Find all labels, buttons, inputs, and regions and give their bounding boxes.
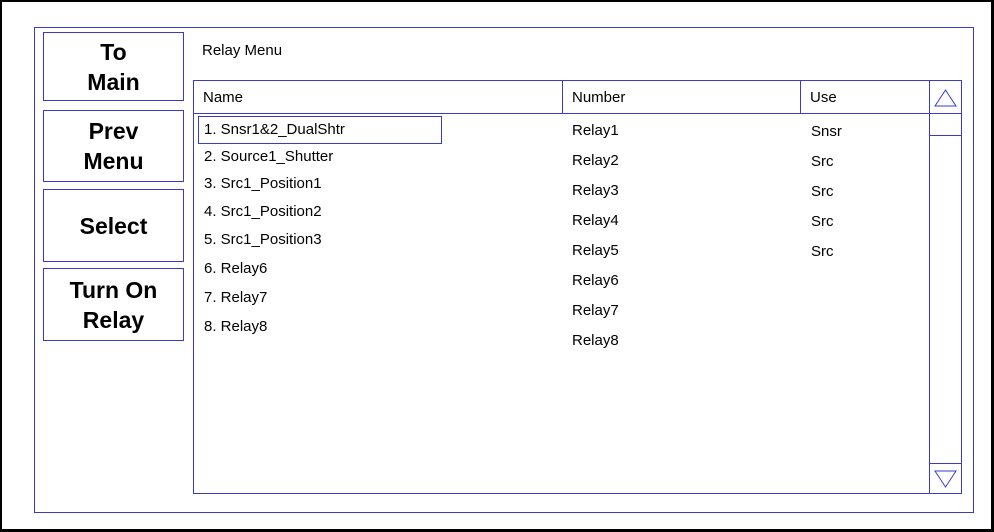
list-item-name[interactable]: 2. Source1_Shutter [204, 148, 333, 165]
turn-on-relay-button[interactable]: Turn On Relay [43, 268, 184, 341]
column-header-use[interactable]: Use [801, 81, 930, 114]
select-button[interactable]: Select [43, 189, 184, 262]
scroll-down-button[interactable] [930, 463, 961, 493]
list-item-name[interactable]: 3. Src1_Position1 [204, 175, 322, 192]
menu-title: Relay Menu [202, 42, 283, 59]
triangle-up-icon [934, 89, 957, 107]
to-main-label: To Main [87, 38, 140, 95]
list-item-number[interactable]: Relay6 [572, 272, 619, 289]
to-main-button[interactable]: To Main [43, 32, 184, 101]
list-item-number[interactable]: Relay7 [572, 302, 619, 319]
list-item-number[interactable]: Relay1 [572, 122, 619, 139]
scroll-thumb[interactable] [930, 114, 961, 136]
prev-menu-button[interactable]: Prev Menu [43, 110, 184, 182]
list-item-name[interactable]: 7. Relay7 [204, 289, 267, 306]
list-item-name[interactable]: 4. Src1_Position2 [204, 203, 322, 220]
list-item-number[interactable]: Relay3 [572, 182, 619, 199]
list-item-name[interactable]: 1. Snsr1&2_DualShtr [204, 121, 345, 138]
list-item-use[interactable]: Src [811, 153, 834, 170]
list-item-name[interactable]: 8. Relay8 [204, 318, 267, 335]
list-item-use[interactable]: Snsr [811, 123, 842, 140]
list-item-use[interactable]: Src [811, 243, 834, 260]
prev-menu-label: Prev Menu [83, 118, 144, 174]
scroll-up-button[interactable] [930, 81, 961, 114]
vertical-scrollbar[interactable] [929, 81, 961, 493]
column-header-name[interactable]: Name [194, 81, 562, 114]
select-label: Select [79, 212, 148, 239]
list-item-use[interactable]: Src [811, 213, 834, 230]
list-item-number[interactable]: Relay8 [572, 332, 619, 349]
list-item-number[interactable]: Relay4 [572, 212, 619, 229]
triangle-down-icon [934, 470, 957, 488]
list-item-number[interactable]: Relay2 [572, 152, 619, 169]
list-item-use[interactable]: Src [811, 183, 834, 200]
column-header-number[interactable]: Number [563, 81, 800, 114]
list-item-number[interactable]: Relay5 [572, 242, 619, 259]
list-item-name[interactable]: 6. Relay6 [204, 260, 267, 277]
relay-list: Name Number Use 1. Snsr1&2_DualShtr 2. S… [193, 80, 962, 494]
list-item-name[interactable]: 5. Src1_Position3 [204, 231, 322, 248]
turn-on-relay-label: Turn On Relay [69, 276, 158, 333]
